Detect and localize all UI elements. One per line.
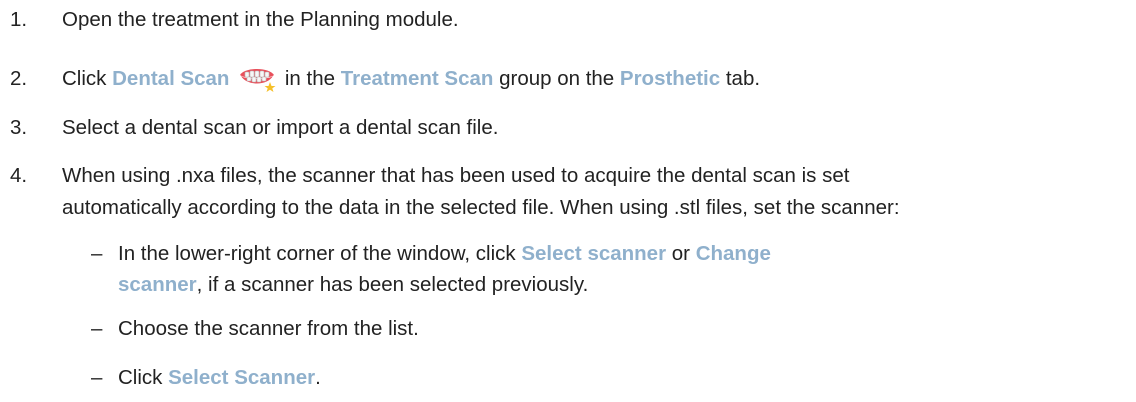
substep-dash: – — [91, 242, 103, 265]
change-scanner-reference-continued: scanner — [118, 273, 197, 296]
substep-text: Choose the scanner from the list. — [118, 317, 419, 340]
step-text: Click Dental Scan in the Treatment Scan … — [62, 65, 1126, 93]
text-segment: in the — [279, 67, 341, 90]
substep-text: In the lower-right corner of the window,… — [118, 240, 1076, 299]
select-scanner-button-reference: Select Scanner — [168, 366, 316, 389]
step-number: 3. — [10, 116, 28, 139]
substep-line: In the lower-right corner of the window,… — [118, 240, 1076, 268]
step-text-line: automatically according to the data in t… — [62, 196, 900, 219]
dental-scan-reference: Dental Scan — [112, 67, 230, 90]
instructions-document: 1. Open the treatment in the Planning mo… — [0, 0, 1136, 402]
dental-scan-icon — [237, 65, 277, 93]
step-number: 4. — [10, 164, 28, 187]
substep-line: scanner, if a scanner has been selected … — [118, 271, 1076, 299]
step-text: When using .nxa files, the scanner that … — [62, 162, 1126, 222]
text-segment: . — [315, 366, 321, 389]
treatment-scan-reference: Treatment Scan — [340, 67, 494, 90]
step-number: 2. — [10, 67, 28, 90]
text-segment: In the lower-right corner of the window,… — [118, 242, 522, 265]
select-scanner-reference: Select scanner — [521, 242, 667, 265]
change-scanner-reference: Change — [695, 242, 771, 265]
text-segment: Click — [118, 366, 169, 389]
text-segment: tab. — [720, 67, 761, 90]
step-text-line: When using .nxa files, the scanner that … — [62, 164, 850, 187]
substep-text: Click Select Scanner. — [118, 364, 1076, 392]
substep-dash: – — [91, 366, 103, 389]
text-segment: Click — [62, 67, 113, 90]
step-text: Open the treatment in the Planning modul… — [62, 8, 459, 31]
text-segment: , if a scanner has been selected previou… — [196, 273, 589, 296]
prosthetic-reference: Prosthetic — [619, 67, 721, 90]
step-number: 1. — [10, 8, 28, 31]
step-text: Select a dental scan or import a dental … — [62, 116, 499, 139]
text-segment: or — [666, 242, 696, 265]
substep-dash: – — [91, 317, 103, 340]
text-segment: group on the — [493, 67, 620, 90]
